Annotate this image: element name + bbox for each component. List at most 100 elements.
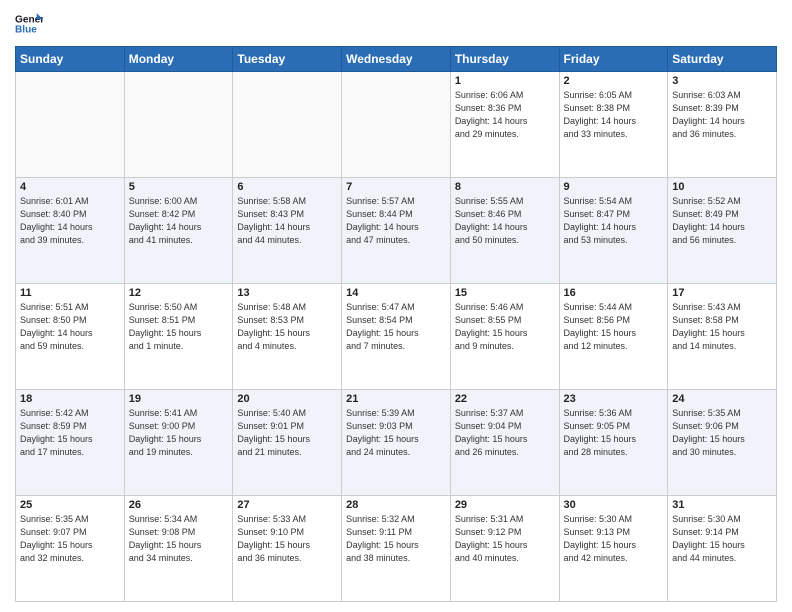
day-number: 21	[346, 393, 446, 405]
calendar-cell: 19 Sunrise: 5:41 AM Sunset: 9:00 PM Dayli…	[124, 390, 233, 496]
day-number: 18	[20, 393, 120, 405]
day-info: Sunrise: 5:39 AM Sunset: 9:03 PM Dayligh…	[346, 407, 446, 459]
day-info: Sunrise: 5:32 AM Sunset: 9:11 PM Dayligh…	[346, 513, 446, 565]
day-info: Sunrise: 5:48 AM Sunset: 8:53 PM Dayligh…	[237, 301, 337, 353]
day-number: 30	[564, 499, 664, 511]
day-number: 4	[20, 181, 120, 193]
day-number: 16	[564, 287, 664, 299]
day-number: 28	[346, 499, 446, 511]
day-number: 17	[672, 287, 772, 299]
calendar-week-4: 18 Sunrise: 5:42 AM Sunset: 8:59 PM Dayli…	[16, 390, 777, 496]
day-info: Sunrise: 5:40 AM Sunset: 9:01 PM Dayligh…	[237, 407, 337, 459]
calendar-cell: 18 Sunrise: 5:42 AM Sunset: 8:59 PM Dayli…	[16, 390, 125, 496]
calendar-cell: 27Sunrise: 5:33 AM Sunset: 9:10 PM Dayli…	[233, 496, 342, 602]
day-number: 14	[346, 287, 446, 299]
calendar-cell: 26 Sunrise: 5:34 AM Sunset: 9:08 PM Dayli…	[124, 496, 233, 602]
day-info: Sunrise: 5:37 AM Sunset: 9:04 PM Dayligh…	[455, 407, 555, 459]
day-number: 12	[129, 287, 229, 299]
day-info: Sunrise: 5:51 AM Sunset: 8:50 PM Dayligh…	[20, 301, 120, 353]
calendar-cell: 21 Sunrise: 5:39 AM Sunset: 9:03 PM Dayli…	[342, 390, 451, 496]
weekday-header-friday: Friday	[559, 47, 668, 72]
calendar-cell: 10 Sunrise: 5:52 AM Sunset: 8:49 PM Dayli…	[668, 178, 777, 284]
calendar-week-3: 11 Sunrise: 5:51 AM Sunset: 8:50 PM Dayli…	[16, 284, 777, 390]
calendar-cell: 2 Sunrise: 6:05 AM Sunset: 8:38 PM Daylig…	[559, 72, 668, 178]
day-number: 31	[672, 499, 772, 511]
day-number: 11	[20, 287, 120, 299]
calendar-cell: 12 Sunrise: 5:50 AM Sunset: 8:51 PM Dayli…	[124, 284, 233, 390]
day-info: Sunrise: 5:50 AM Sunset: 8:51 PM Dayligh…	[129, 301, 229, 353]
calendar-cell: 17 Sunrise: 5:43 AM Sunset: 8:58 PM Dayli…	[668, 284, 777, 390]
svg-text:Blue: Blue	[15, 25, 37, 36]
day-info: Sunrise: 5:43 AM Sunset: 8:58 PM Dayligh…	[672, 301, 772, 353]
calendar-cell: 29Sunrise: 5:31 AM Sunset: 9:12 PM Dayli…	[450, 496, 559, 602]
day-info: Sunrise: 5:47 AM Sunset: 8:54 PM Dayligh…	[346, 301, 446, 353]
day-info: Sunrise: 5:31 AM Sunset: 9:12 PM Dayligh…	[455, 513, 555, 565]
day-info: Sunrise: 5:52 AM Sunset: 8:49 PM Dayligh…	[672, 195, 772, 247]
header: General Blue	[15, 10, 777, 38]
calendar-cell: 25 Sunrise: 5:35 AM Sunset: 9:07 PM Dayli…	[16, 496, 125, 602]
day-number: 3	[672, 75, 772, 87]
calendar-cell: 7Sunrise: 5:57 AM Sunset: 8:44 PM Daylig…	[342, 178, 451, 284]
day-number: 13	[237, 287, 337, 299]
day-number: 24	[672, 393, 772, 405]
day-info: Sunrise: 5:34 AM Sunset: 9:08 PM Dayligh…	[129, 513, 229, 565]
day-number: 2	[564, 75, 664, 87]
calendar-cell: 8 Sunrise: 5:55 AM Sunset: 8:46 PM Daylig…	[450, 178, 559, 284]
day-info: Sunrise: 5:35 AM Sunset: 9:07 PM Dayligh…	[20, 513, 120, 565]
calendar-cell: 22 Sunrise: 5:37 AM Sunset: 9:04 PM Dayli…	[450, 390, 559, 496]
day-number: 8	[455, 181, 555, 193]
weekday-header-tuesday: Tuesday	[233, 47, 342, 72]
day-info: Sunrise: 5:33 AM Sunset: 9:10 PM Dayligh…	[237, 513, 337, 565]
calendar-cell: 4 Sunrise: 6:01 AM Sunset: 8:40 PM Daylig…	[16, 178, 125, 284]
calendar-cell: 31 Sunrise: 5:30 AM Sunset: 9:14 PM Dayli…	[668, 496, 777, 602]
calendar-cell: 11 Sunrise: 5:51 AM Sunset: 8:50 PM Dayli…	[16, 284, 125, 390]
day-info: Sunrise: 5:42 AM Sunset: 8:59 PM Dayligh…	[20, 407, 120, 459]
calendar-cell: 30 Sunrise: 5:30 AM Sunset: 9:13 PM Dayli…	[559, 496, 668, 602]
day-info: Sunrise: 5:54 AM Sunset: 8:47 PM Dayligh…	[564, 195, 664, 247]
day-number: 23	[564, 393, 664, 405]
day-info: Sunrise: 5:55 AM Sunset: 8:46 PM Dayligh…	[455, 195, 555, 247]
day-number: 10	[672, 181, 772, 193]
weekday-header-saturday: Saturday	[668, 47, 777, 72]
calendar-cell: 9 Sunrise: 5:54 AM Sunset: 8:47 PM Daylig…	[559, 178, 668, 284]
day-number: 6	[237, 181, 337, 193]
day-number: 7	[346, 181, 446, 193]
calendar-cell	[124, 72, 233, 178]
day-info: Sunrise: 5:30 AM Sunset: 9:14 PM Dayligh…	[672, 513, 772, 565]
calendar-cell	[16, 72, 125, 178]
day-info: Sunrise: 5:36 AM Sunset: 9:05 PM Dayligh…	[564, 407, 664, 459]
day-number: 19	[129, 393, 229, 405]
calendar-cell: 23 Sunrise: 5:36 AM Sunset: 9:05 PM Dayli…	[559, 390, 668, 496]
calendar-cell: 14 Sunrise: 5:47 AM Sunset: 8:54 PM Dayli…	[342, 284, 451, 390]
logo: General Blue	[15, 10, 43, 38]
calendar-cell	[233, 72, 342, 178]
calendar-week-2: 4 Sunrise: 6:01 AM Sunset: 8:40 PM Daylig…	[16, 178, 777, 284]
day-info: Sunrise: 5:30 AM Sunset: 9:13 PM Dayligh…	[564, 513, 664, 565]
day-info: Sunrise: 6:00 AM Sunset: 8:42 PM Dayligh…	[129, 195, 229, 247]
weekday-header-thursday: Thursday	[450, 47, 559, 72]
day-info: Sunrise: 5:46 AM Sunset: 8:55 PM Dayligh…	[455, 301, 555, 353]
calendar-cell: 28 Sunrise: 5:32 AM Sunset: 9:11 PM Dayli…	[342, 496, 451, 602]
day-info: Sunrise: 5:41 AM Sunset: 9:00 PM Dayligh…	[129, 407, 229, 459]
calendar-week-5: 25 Sunrise: 5:35 AM Sunset: 9:07 PM Dayli…	[16, 496, 777, 602]
day-info: Sunrise: 6:03 AM Sunset: 8:39 PM Dayligh…	[672, 89, 772, 141]
day-number: 22	[455, 393, 555, 405]
weekday-header-row: SundayMondayTuesdayWednesdayThursdayFrid…	[16, 47, 777, 72]
logo-icon: General Blue	[15, 10, 43, 38]
day-number: 25	[20, 499, 120, 511]
day-info: Sunrise: 6:01 AM Sunset: 8:40 PM Dayligh…	[20, 195, 120, 247]
day-info: Sunrise: 5:58 AM Sunset: 8:43 PM Dayligh…	[237, 195, 337, 247]
day-number: 9	[564, 181, 664, 193]
day-info: Sunrise: 6:05 AM Sunset: 8:38 PM Dayligh…	[564, 89, 664, 141]
day-number: 26	[129, 499, 229, 511]
calendar-cell: 6 Sunrise: 5:58 AM Sunset: 8:43 PM Daylig…	[233, 178, 342, 284]
day-info: Sunrise: 5:35 AM Sunset: 9:06 PM Dayligh…	[672, 407, 772, 459]
day-info: Sunrise: 6:06 AM Sunset: 8:36 PM Dayligh…	[455, 89, 555, 141]
weekday-header-monday: Monday	[124, 47, 233, 72]
day-number: 1	[455, 75, 555, 87]
calendar-cell: 20 Sunrise: 5:40 AM Sunset: 9:01 PM Dayli…	[233, 390, 342, 496]
calendar-cell: 13 Sunrise: 5:48 AM Sunset: 8:53 PM Dayli…	[233, 284, 342, 390]
day-info: Sunrise: 5:44 AM Sunset: 8:56 PM Dayligh…	[564, 301, 664, 353]
weekday-header-wednesday: Wednesday	[342, 47, 451, 72]
day-number: 20	[237, 393, 337, 405]
